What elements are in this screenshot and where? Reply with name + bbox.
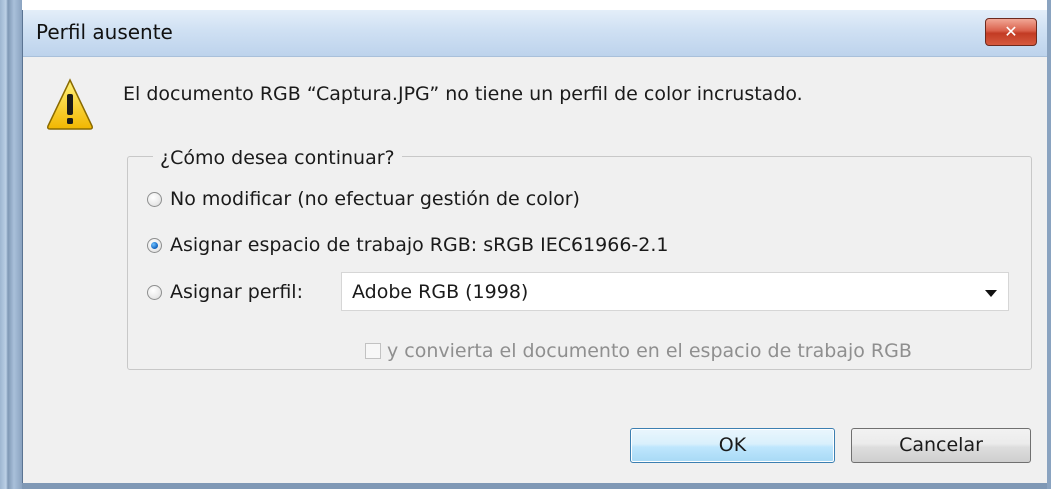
window-title: Perfil ausente [36,20,173,44]
options-group-legend: ¿Cómo desea continuar? [153,147,402,169]
radio-label: Asignar perfil: [170,281,303,303]
profile-select-value: Adobe RGB (1998) [352,281,529,303]
ok-button[interactable]: OK [630,428,835,463]
close-icon: ✕ [1004,22,1018,41]
radio-assign-profile[interactable]: Asignar perfil: [147,278,303,306]
convert-document-option: y convierta el documento en el espacio d… [365,337,912,365]
close-button[interactable]: ✕ [985,18,1037,46]
radio-no-modify[interactable]: No modificar (no efectuar gestión de col… [147,185,580,213]
radio-button[interactable] [147,191,162,207]
radio-button[interactable] [147,237,162,253]
background-strip [0,0,1051,10]
radio-label: No modificar (no efectuar gestión de col… [170,188,580,210]
cancel-button[interactable]: Cancelar [851,428,1031,463]
convert-checkbox-label: y convierta el documento en el espacio d… [387,340,912,362]
missing-profile-dialog: Perfil ausente ✕ El documento RGB “Captu… [22,10,1047,489]
radio-button[interactable] [147,284,162,300]
window-frame-left [0,0,22,489]
warning-icon [47,78,93,130]
chevron-down-icon[interactable] [985,290,997,297]
convert-checkbox[interactable] [365,343,381,359]
radio-label: Asignar espacio de trabajo RGB: sRGB IEC… [170,234,669,256]
profile-select[interactable]: Adobe RGB (1998) [341,272,1009,311]
title-bar[interactable]: Perfil ausente ✕ [23,10,1047,57]
radio-assign-working-space[interactable]: Asignar espacio de trabajo RGB: sRGB IEC… [147,231,668,259]
window-frame-bottom [22,483,1047,489]
message-text: El documento RGB “Captura.JPG” no tiene … [123,83,803,105]
window-frame-right [1047,0,1051,489]
